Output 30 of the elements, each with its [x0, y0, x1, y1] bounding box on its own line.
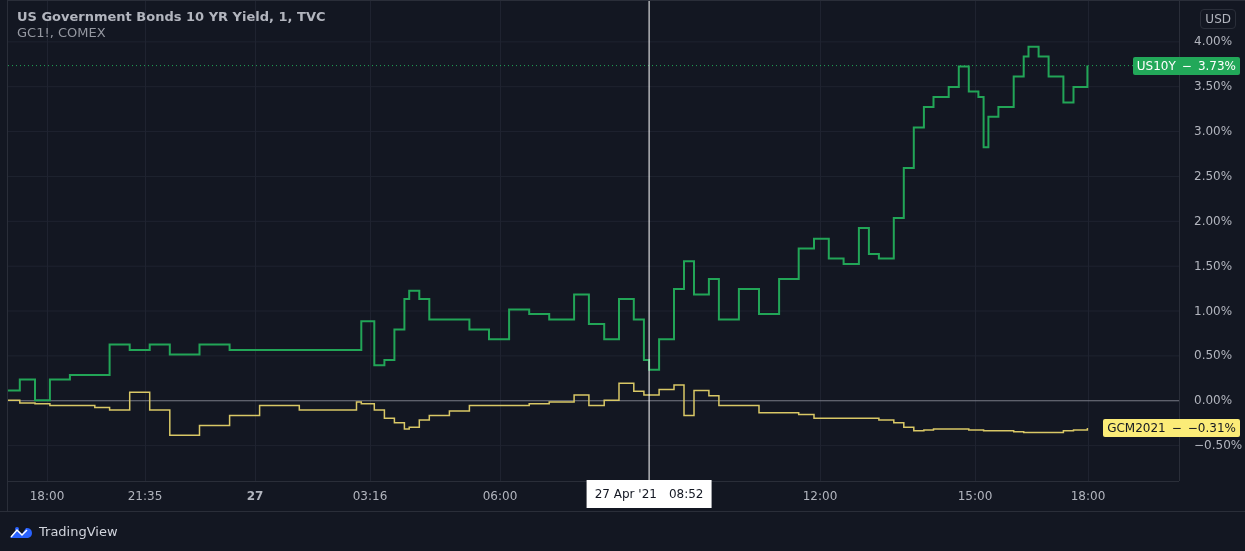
price-scale-label: 0.00%: [1194, 393, 1233, 408]
time-scale-label: 15:00: [957, 489, 993, 503]
price-scale-label: 3.00%: [1194, 124, 1233, 139]
compare-symbol: GC1!, COMEX: [17, 25, 107, 40]
price-scale-label: 0.50%: [1194, 348, 1233, 363]
price-scale-label: 2.00%: [1194, 213, 1233, 228]
symbol-name: US10Y: [1136, 58, 1176, 73]
time-scale-label: 18:00: [29, 489, 65, 503]
time-scale-label: 06:00: [482, 489, 518, 503]
price-scale-label: 3.50%: [1194, 79, 1233, 94]
separator: −: [1181, 58, 1192, 73]
last-value: 3.73%: [1197, 58, 1236, 73]
time-scale-label: 12:00: [802, 489, 838, 503]
time-scale-label: 21:35: [127, 489, 163, 503]
brand-link[interactable]: TradingView: [39, 523, 118, 539]
separator: −: [1171, 421, 1182, 436]
time-scale-label: 18:00: [1070, 489, 1106, 503]
crosshair-date: 27 Apr '21: [594, 487, 657, 501]
price-scale-label: 2.50%: [1194, 168, 1233, 183]
price-scale-label: 1.00%: [1194, 303, 1233, 318]
crosshair-time: 08:52: [668, 487, 704, 501]
chart-title: US Government Bonds 10 YR Yield, 1, TVC: [17, 9, 326, 24]
price-scale-label: 4.00%: [1194, 34, 1233, 49]
last-value: −0.31%: [1187, 421, 1236, 436]
symbol-name: GCM2021: [1107, 421, 1166, 436]
currency-button[interactable]: USD: [1200, 9, 1236, 29]
price-scale-label: −0.50%: [1194, 438, 1243, 453]
time-scale-label: 03:16: [352, 489, 388, 503]
time-scale-label: 27: [246, 489, 264, 503]
price-scale-label: 1.50%: [1194, 258, 1233, 273]
